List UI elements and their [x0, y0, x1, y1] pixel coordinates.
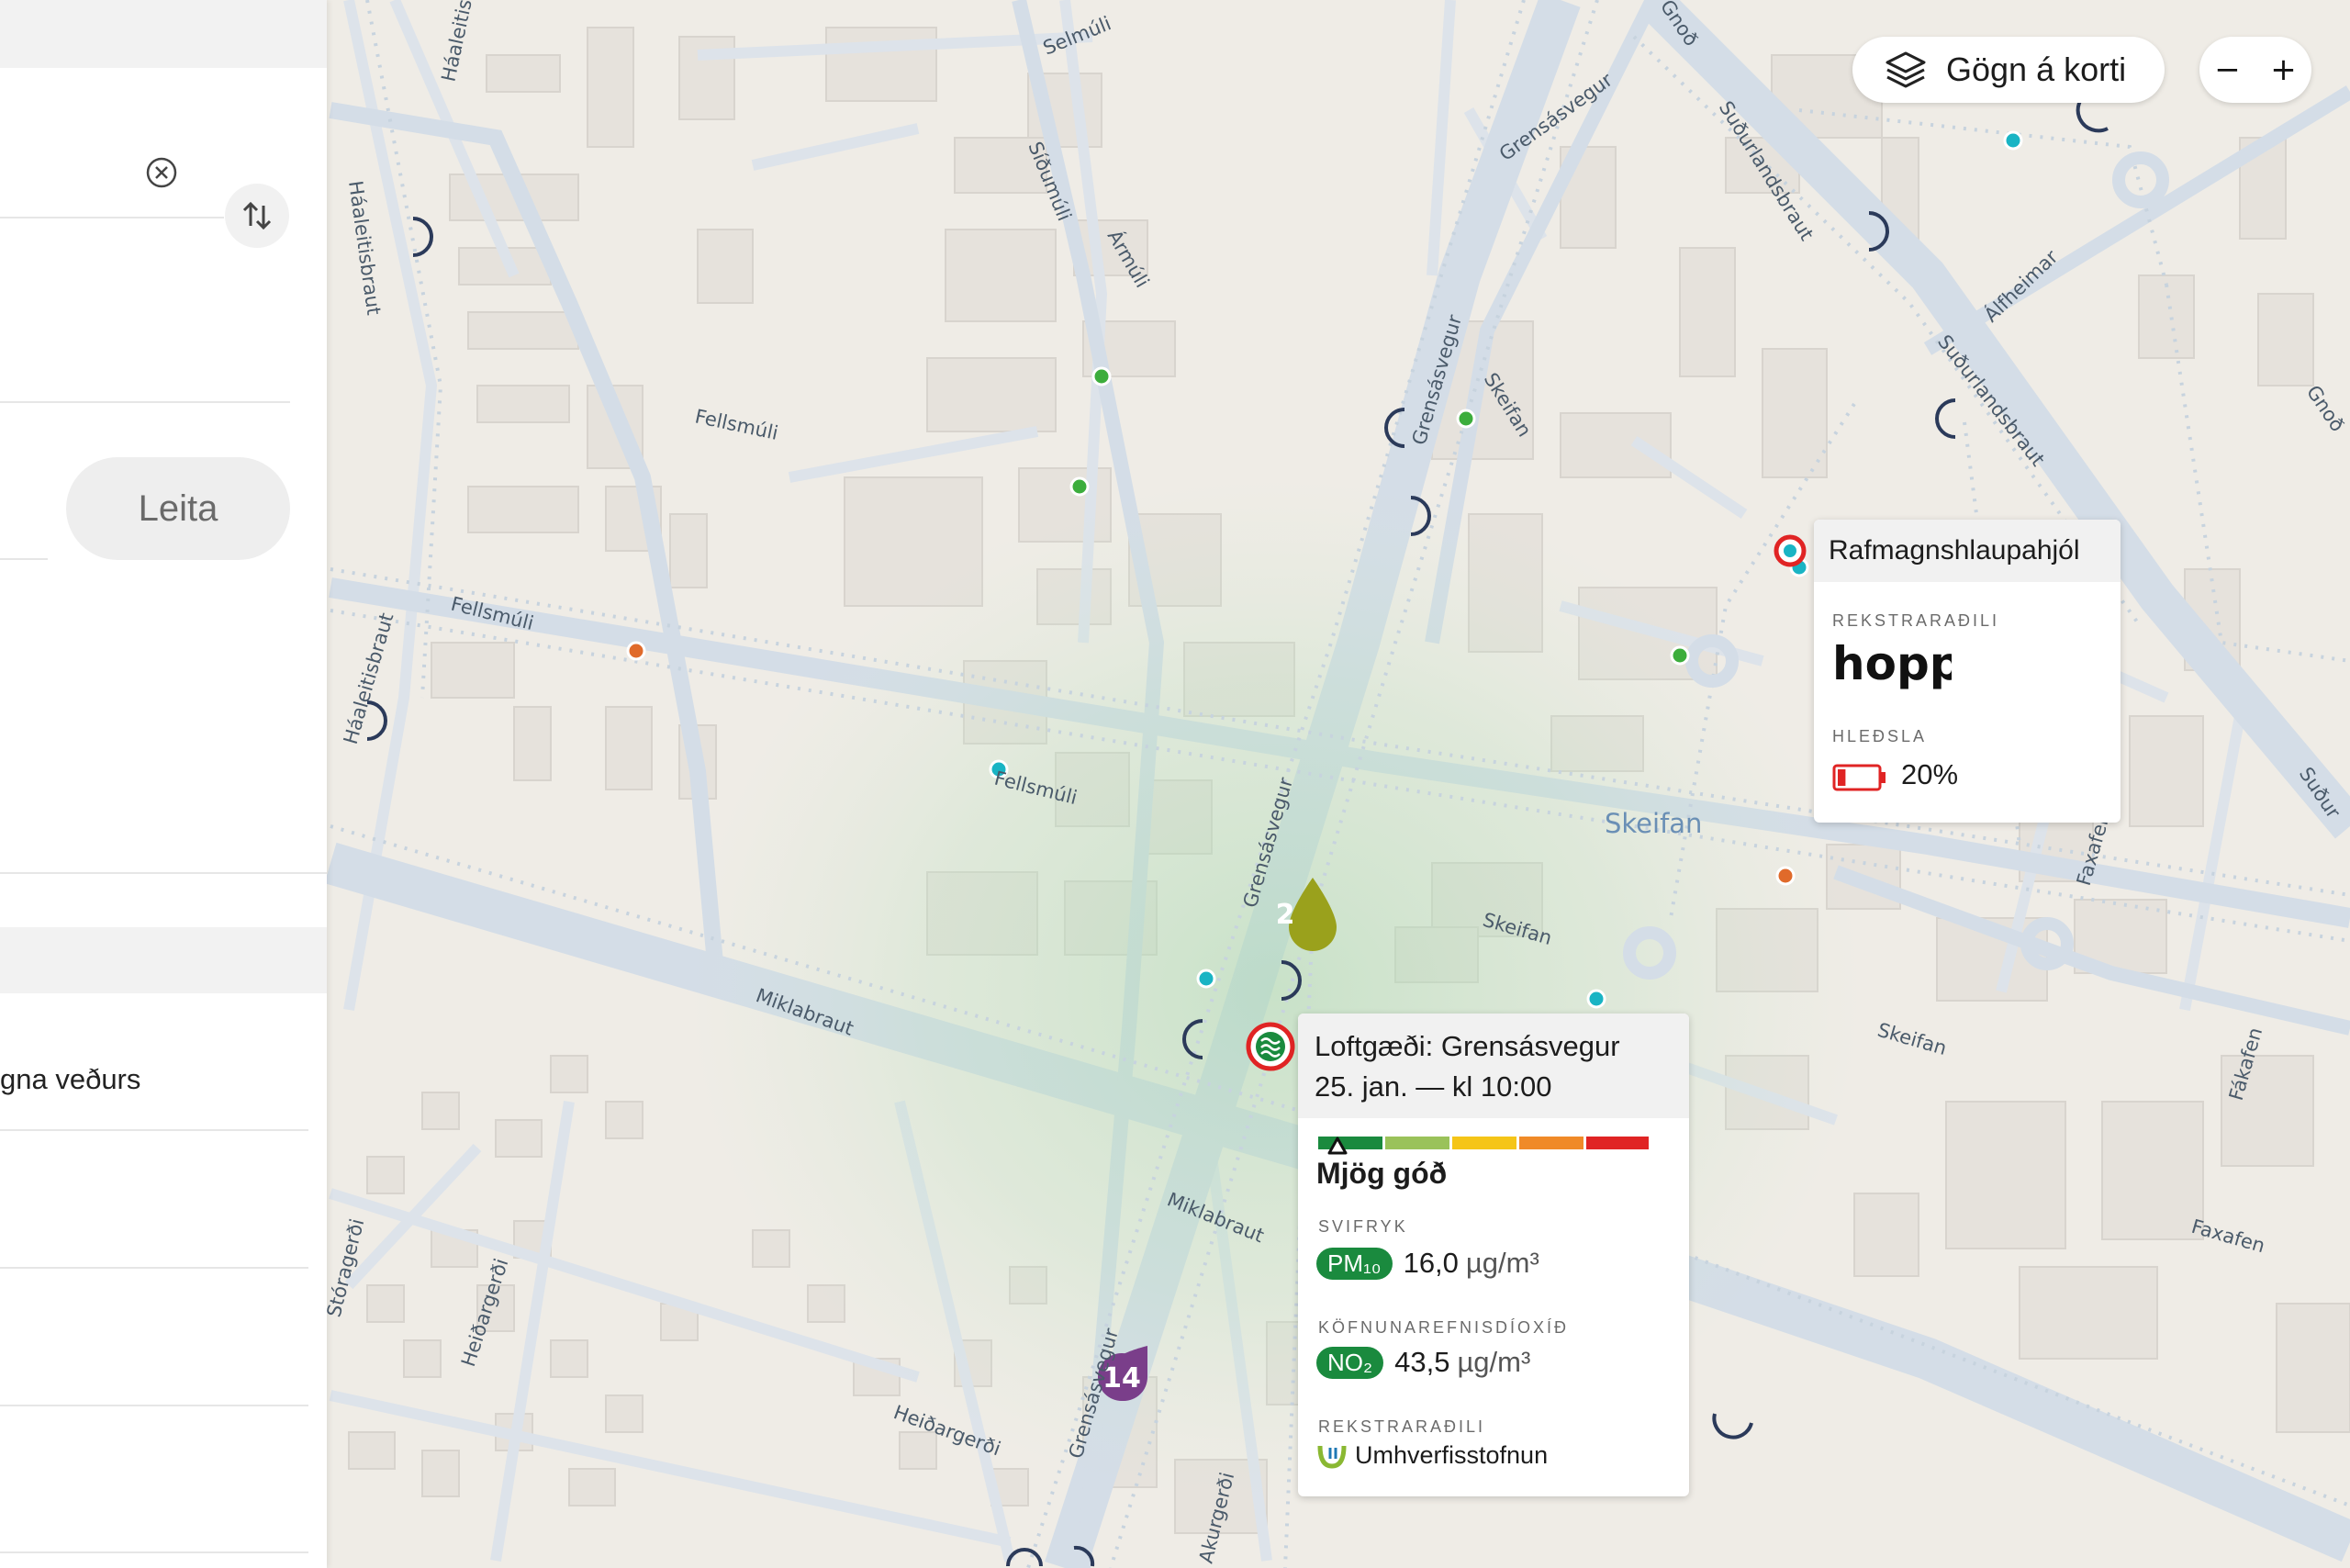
layers-icon [1886, 51, 1926, 88]
district-label: Skeifan [1605, 808, 1702, 839]
section-divider [0, 872, 327, 874]
input-divider [0, 401, 290, 403]
umhverfisstofnun-logo-icon [1317, 1445, 1347, 1469]
hopp-logo-text: hopp [1832, 637, 1952, 690]
sidebar: Leita gna veðurs [0, 0, 327, 1568]
air-quality-scale [1318, 1137, 1649, 1155]
scale-segment [1318, 1137, 1382, 1149]
operator-label: REKSTRARAÐILI [1832, 611, 2000, 630]
map-layers-label: Gögn á korti [1946, 50, 2127, 88]
search-button[interactable]: Leita [66, 457, 290, 560]
air-quality-time: 25. jan. — kl 10:00 [1315, 1070, 1552, 1103]
list-divider [0, 1405, 308, 1406]
scooter-marker[interactable] [1774, 534, 1807, 567]
zoom-controls: − + [2199, 37, 2311, 103]
no2-row: NO₂ 43,5 µg/m³ [1316, 1346, 1530, 1379]
input-divider [0, 217, 224, 218]
operator-row: Umhverfisstofnun [1316, 1441, 1548, 1470]
clear-button[interactable] [145, 156, 178, 189]
swap-arrows-icon [242, 201, 272, 230]
scooter-popup: Rafmagnshlaupahjól REKSTRARAÐILI hopp HL… [1814, 520, 2121, 823]
scale-segment [1519, 1137, 1583, 1149]
list-divider [0, 1129, 308, 1131]
list-divider [0, 1551, 308, 1553]
pm-unit: µg/m³ [1465, 1247, 1539, 1279]
map-layers-button[interactable]: Gögn á korti [1852, 37, 2165, 103]
air-quality-rating: Mjög góð [1316, 1157, 1448, 1190]
charge-label: HLEÐSLA [1832, 727, 1928, 745]
pm-badge: PM₁₀ [1316, 1247, 1393, 1280]
input-divider [0, 558, 48, 560]
air-quality-title: Loftgæði: Grensásvegur [1315, 1030, 1620, 1062]
no2-value: 43,5 [1394, 1346, 1450, 1378]
air-quality-popup-header: Loftgæði: Grensásvegur 25. jan. — kl 10:… [1298, 1014, 1689, 1118]
air-quality-popup: Loftgæði: Grensásvegur 25. jan. — kl 10:… [1298, 1014, 1689, 1496]
no2-unit: µg/m³ [1457, 1346, 1531, 1378]
scale-segment [1586, 1137, 1649, 1149]
pm-row: PM₁₀ 16,0 µg/m³ [1316, 1247, 1539, 1280]
scale-segment [1452, 1137, 1516, 1149]
operator-label: REKSTRARAÐILI [1318, 1417, 1486, 1436]
close-circle-icon [146, 157, 177, 188]
scooter-popup-header: Rafmagnshlaupahjól [1814, 520, 2121, 582]
pm-label: SVIFRYK [1318, 1217, 1408, 1236]
section-band [0, 927, 327, 993]
sidebar-header [0, 0, 327, 68]
zoom-out-button[interactable]: − [2199, 37, 2255, 103]
charge-value: 20% [1901, 758, 1959, 790]
hopp-logo: hopp [1832, 637, 1952, 690]
no2-label: KÖFNUNAREFNISDÍOXÍÐ [1318, 1318, 1570, 1337]
pm-value: 16,0 [1403, 1247, 1459, 1279]
scooter-popup-title: Rafmagnshlaupahjól [1829, 535, 2080, 566]
cluster-count: 2 [1276, 899, 1295, 931]
air-quality-marker[interactable] [1246, 1022, 1295, 1071]
no2-badge: NO₂ [1316, 1346, 1384, 1379]
operator-name: Umhverfisstofnun [1355, 1441, 1549, 1469]
scale-segment [1385, 1137, 1449, 1149]
swap-button[interactable] [225, 184, 289, 248]
weather-item[interactable]: gna veðurs [0, 1063, 140, 1096]
list-divider [0, 1267, 308, 1269]
battery-icon [1832, 764, 1886, 791]
zoom-in-button[interactable]: + [2255, 37, 2311, 103]
